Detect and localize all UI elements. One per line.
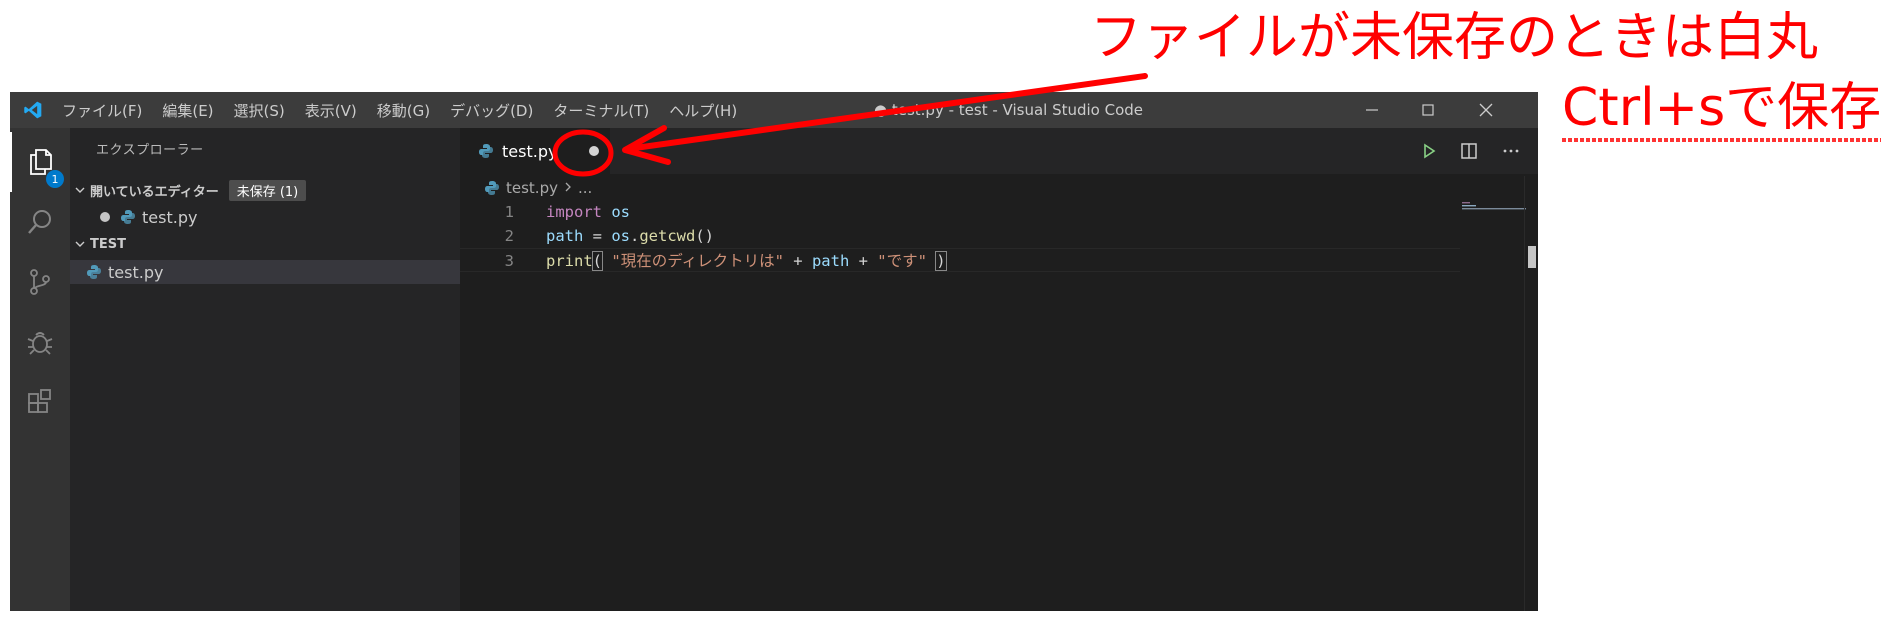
code-token: +	[783, 252, 812, 270]
unsaved-badge: 未保存 (1)	[228, 179, 307, 201]
sidebar-title: エクスプローラー	[96, 143, 204, 158]
breadcrumb-file[interactable]: test.py	[506, 179, 558, 197]
scrollbar-marker[interactable]	[1528, 246, 1536, 268]
chevron-right-icon	[564, 179, 572, 197]
split-editor-button[interactable]	[1458, 140, 1480, 162]
minimap[interactable]	[1460, 200, 1538, 240]
code-line-current[interactable]: 3 print( "現在のディレクトリは" + path + "です" )	[460, 248, 1460, 272]
code-editor[interactable]: 1 import os 2 path = os.getcwd() 3 print…	[460, 200, 1460, 272]
unsaved-dot-icon[interactable]	[100, 212, 110, 222]
folder-filename: test.py	[108, 262, 164, 282]
maximize-icon	[1422, 104, 1434, 116]
python-file-icon	[121, 210, 135, 224]
activity-source-control[interactable]	[10, 252, 70, 312]
folder-file-item[interactable]: test.py	[70, 260, 460, 284]
explorer-sidebar: エクスプローラー 開いているエディター 未保存 (1) test.py TEST	[70, 128, 460, 611]
overview-ruler	[1524, 176, 1525, 611]
minimize-icon	[1366, 109, 1378, 111]
close-icon	[1479, 103, 1493, 117]
minimize-button[interactable]	[1344, 92, 1400, 128]
menu-view[interactable]: 表示(V)	[305, 100, 357, 121]
open-editors-label: 開いているエディター	[90, 184, 219, 200]
code-token: print	[546, 252, 593, 270]
code-token: path	[546, 227, 584, 245]
menu-debug[interactable]: デバッグ(D)	[450, 100, 533, 121]
code-line[interactable]: 1 import os	[460, 200, 1460, 224]
debug-icon	[27, 332, 53, 355]
code-token: getcwd	[639, 227, 696, 245]
vscode-logo-icon	[24, 101, 42, 119]
line-number: 3	[504, 252, 514, 270]
code-line[interactable]: 2 path = os.getcwd()	[460, 224, 1460, 248]
activity-search[interactable]	[10, 192, 70, 252]
search-icon	[28, 210, 51, 234]
activity-bar: 1	[10, 128, 70, 611]
chevron-down-icon	[70, 238, 90, 250]
window-title: ● test.py - test - Visual Studio Code	[874, 101, 1144, 119]
code-text: print( "現在のディレクトリは" + path + "です" )	[546, 249, 947, 273]
code-token: "現在のディレクトリは"	[611, 252, 784, 270]
annotation-save-note-text: Ctrl+sで保存	[1562, 78, 1882, 138]
code-token: ()	[695, 227, 715, 245]
python-file-icon	[479, 144, 493, 158]
code-token: os	[611, 203, 631, 221]
tab-strip: test.py	[460, 128, 1538, 174]
annotation-save-note: Ctrl+sで保存	[1562, 82, 1882, 142]
code-token: +	[849, 252, 878, 270]
menu-file[interactable]: ファイル(F)	[62, 100, 142, 121]
open-editor-filename: test.py	[142, 207, 198, 227]
breadcrumb: test.py ...	[484, 176, 592, 200]
menu-bar: ファイル(F) 編集(E) 選択(S) 表示(V) 移動(G) デバッグ(D) …	[62, 92, 737, 128]
line-number: 2	[504, 227, 514, 245]
title-bar: ファイル(F) 編集(E) 選択(S) 表示(V) 移動(G) デバッグ(D) …	[10, 92, 1538, 128]
activity-debug[interactable]	[10, 312, 70, 372]
code-token: path	[811, 252, 850, 270]
code-text: import os	[546, 200, 630, 224]
menu-terminal[interactable]: ターミナル(T)	[553, 100, 649, 121]
unsaved-dot-icon[interactable]	[589, 146, 599, 156]
play-icon	[1424, 143, 1436, 159]
breadcrumb-symbols[interactable]: ...	[578, 179, 592, 197]
code-token: os	[611, 227, 630, 245]
code-token: (	[591, 251, 604, 271]
folder-section-header[interactable]: TEST	[70, 232, 460, 256]
code-token: =	[583, 227, 612, 245]
tab-test-py[interactable]: test.py	[460, 128, 610, 174]
folder-label: TEST	[90, 236, 126, 252]
python-file-icon	[87, 265, 101, 279]
open-editors-section-header[interactable]: 開いているエディター 未保存 (1)	[70, 178, 460, 202]
source-control-icon	[30, 269, 50, 295]
tab-label: test.py	[502, 141, 558, 161]
close-button[interactable]	[1458, 92, 1514, 128]
menu-selection[interactable]: 選択(S)	[234, 100, 285, 121]
chevron-down-icon	[70, 184, 90, 196]
activity-extensions[interactable]	[10, 372, 70, 432]
split-editor-icon	[1461, 143, 1477, 159]
code-token: )	[935, 251, 947, 271]
line-number: 1	[504, 203, 514, 221]
unsaved-count-badge: 1	[46, 170, 64, 188]
code-token: import	[546, 203, 602, 221]
code-text: path = os.getcwd()	[546, 224, 714, 248]
ellipsis-icon	[1503, 149, 1519, 153]
more-actions-button[interactable]	[1500, 140, 1522, 162]
vscode-window: ファイル(F) 編集(E) 選択(S) 表示(V) 移動(G) デバッグ(D) …	[10, 92, 1538, 611]
extensions-icon	[28, 389, 51, 413]
run-button[interactable]	[1418, 140, 1440, 162]
activity-explorer[interactable]: 1	[10, 132, 70, 192]
open-editor-item[interactable]: test.py	[70, 205, 460, 229]
menu-help[interactable]: ヘルプ(H)	[669, 100, 737, 121]
code-token: "です"	[877, 252, 927, 270]
menu-edit[interactable]: 編集(E)	[162, 100, 213, 121]
editor-area: test.py test.py ... 1 import os 2 path =…	[460, 128, 1538, 611]
spellcheck-underline	[1562, 138, 1882, 142]
menu-go[interactable]: 移動(G)	[377, 100, 430, 121]
annotation-unsaved-note: ファイルが未保存のときは白丸	[1090, 8, 1819, 68]
python-file-icon	[485, 181, 499, 195]
code-token: .	[630, 227, 640, 245]
maximize-button[interactable]	[1400, 92, 1456, 128]
